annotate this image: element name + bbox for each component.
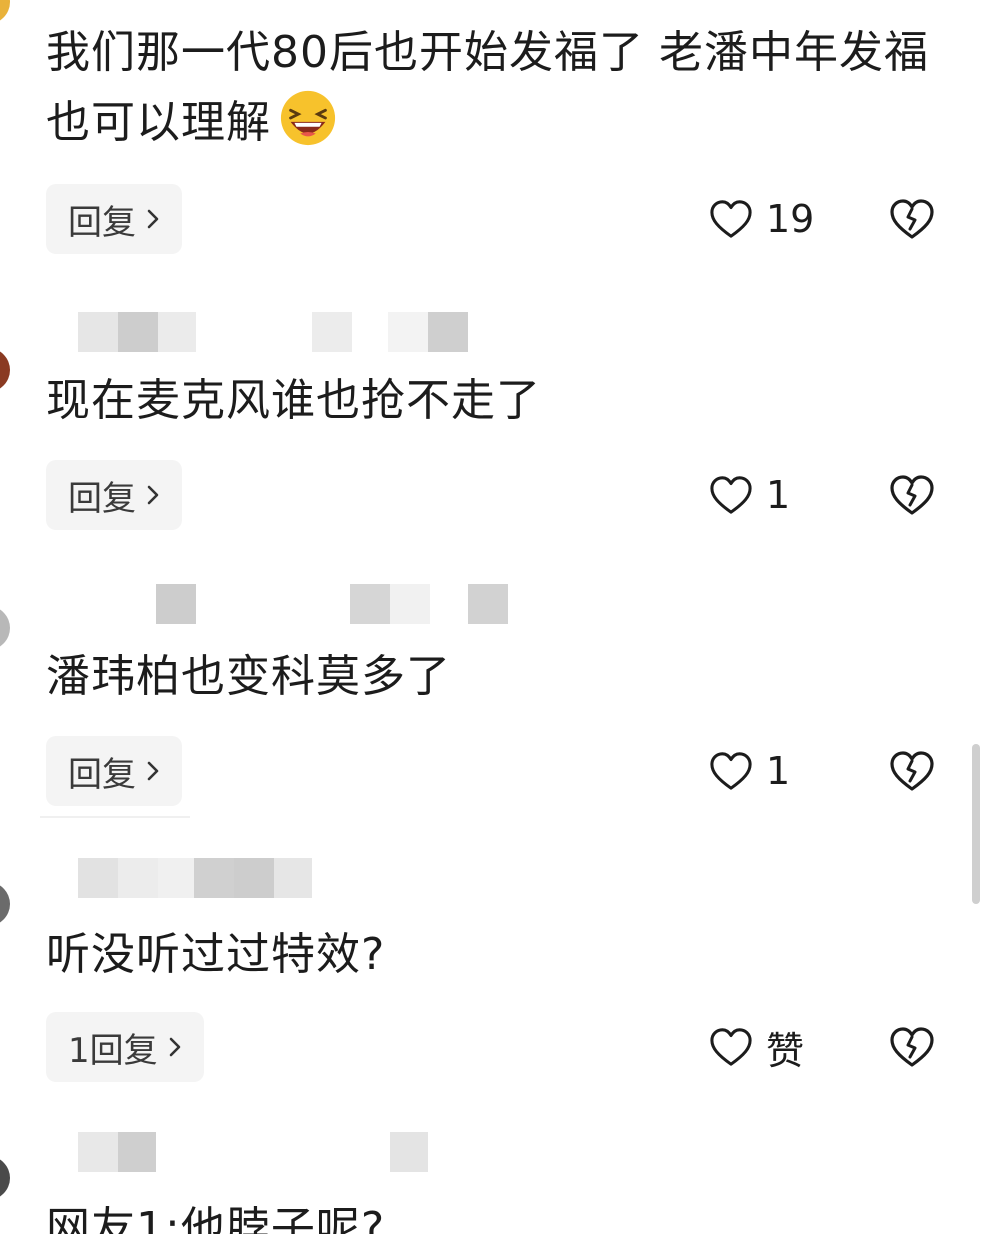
reply-button-label: 回复 [68,202,136,243]
reply-button-label: 回复 [68,754,136,795]
divider [40,816,190,818]
like-button[interactable]: 赞 [708,1012,804,1082]
reply-button[interactable]: 回复 [46,460,182,530]
like-count: 1 [766,749,791,793]
dislike-button[interactable] [888,460,936,530]
scrollbar[interactable] [972,744,980,904]
chevron-right-icon [147,485,159,505]
broken-heart-icon [890,199,934,239]
comment-text: 现在麦克风谁也抢不走了 [46,375,541,426]
redacted-block [388,312,428,352]
broken-heart-icon [890,1027,934,1067]
dislike-button[interactable] [888,736,936,806]
comment-list: 我们那一代80后也开始发福了 老潘中年发福也可以理解 回复 19 现在麦克风谁也… [0,0,990,1234]
like-count: 19 [766,197,815,241]
redacted-block [312,312,352,352]
comment-meta [46,312,606,356]
redacted-block [118,312,158,352]
heart-icon [710,476,752,514]
avatar[interactable] [0,606,10,650]
avatar[interactable] [0,882,10,926]
like-label: 赞 [766,1028,805,1073]
comment-text: 我们那一代80后也开始发福了 老潘中年发福也可以理解 [46,27,929,148]
reply-button[interactable]: 回复 [46,184,182,254]
reply-button-label: 回复 [68,478,136,519]
redacted-block [234,858,274,898]
broken-heart-icon [890,751,934,791]
comment-text: 潘玮柏也变科莫多了 [46,651,451,702]
redacted-block [468,584,508,624]
like-button[interactable]: 1 [708,460,790,530]
redacted-block [350,584,390,624]
laughing-face-icon [279,89,337,147]
avatar[interactable] [0,348,10,392]
redacted-block [194,858,234,898]
comment-text: 听没听过过特效? [46,929,386,980]
avatar[interactable] [0,1156,10,1200]
chevron-right-icon [169,1037,180,1057]
redacted-block [274,858,312,898]
comment-text: 网友1:他脖子呢? [46,1203,386,1234]
like-button[interactable]: 19 [708,184,814,254]
like-button[interactable]: 1 [708,736,790,806]
avatar[interactable] [0,0,10,24]
dislike-button[interactable] [888,184,936,254]
heart-icon [710,1028,752,1066]
heart-icon [710,752,752,790]
reply-button[interactable]: 1回复 [46,1012,204,1082]
heart-icon [710,200,752,238]
broken-heart-icon [890,475,934,515]
redacted-block [78,1132,118,1172]
redacted-block [390,1132,428,1172]
comment-meta [46,1132,606,1176]
redacted-block [158,858,194,898]
comment-meta [46,584,606,628]
like-count: 1 [766,473,791,517]
dislike-button[interactable] [888,1012,936,1082]
redacted-block [78,858,118,898]
reply-button-label: 1回复 [68,1030,158,1071]
redacted-block [428,312,468,352]
chevron-right-icon [147,761,159,781]
redacted-block [78,312,118,352]
redacted-block [118,1132,156,1172]
chevron-right-icon [147,209,159,229]
redacted-block [390,584,430,624]
comment-meta [46,858,606,902]
redacted-block [118,858,158,898]
comment-meta [46,0,606,18]
reply-button[interactable]: 回复 [46,736,182,806]
redacted-block [156,584,196,624]
redacted-block [158,312,196,352]
